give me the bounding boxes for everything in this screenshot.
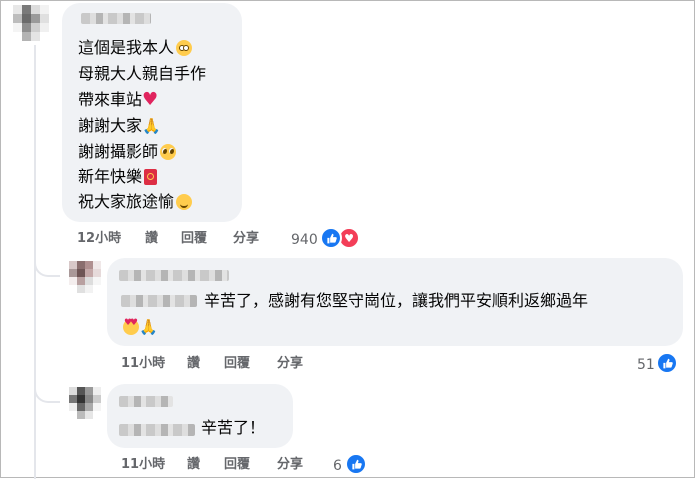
red-heart-icon: ♥: [142, 89, 159, 110]
comment-line: 謝謝大家🙏: [78, 116, 161, 135]
mentioned-user[interactable]: [119, 424, 195, 436]
like-button[interactable]: 讚: [187, 457, 200, 473]
comment-timestamp[interactable]: 11小時: [121, 356, 165, 372]
comment-line: 祝大家旅途愉: [78, 191, 193, 213]
comment-emoji-line: 🙏: [121, 316, 158, 338]
like-reaction-icon[interactable]: [656, 352, 678, 374]
flushed-face-icon: [176, 40, 193, 56]
pleading-face-icon: [160, 144, 177, 160]
comment-line: 新年快樂: [78, 166, 158, 188]
author-name[interactable]: [119, 396, 173, 407]
reaction-count[interactable]: 51: [637, 356, 655, 374]
comment-line: 帶來車站♥: [78, 89, 159, 110]
like-reaction-icon[interactable]: [345, 453, 367, 475]
comment-bubble: 這個是我本人 母親大人親自手作 帶來車站♥ 謝謝大家🙏 謝謝攝影師 新年快樂 祝…: [62, 3, 242, 222]
reply-button[interactable]: 回覆: [224, 356, 250, 372]
author-name[interactable]: [81, 13, 151, 24]
thread-branch: [34, 383, 60, 403]
mentioned-user[interactable]: [121, 295, 197, 307]
comment-line: 這個是我本人: [78, 37, 193, 59]
reaction-count[interactable]: 6: [333, 457, 342, 475]
reply-button[interactable]: 回覆: [181, 231, 207, 247]
avatar[interactable]: [69, 387, 101, 419]
comment-text: 辛苦了，感謝有您堅守崗位，讓我們平安順利返鄉過年: [204, 291, 589, 310]
comment-bubble: 辛苦了，感謝有您堅守崗位，讓我們平安順利返鄉過年 🙏: [107, 258, 683, 346]
share-button[interactable]: 分享: [233, 231, 259, 247]
heart-eyes-face-icon: [123, 319, 139, 335]
reaction-count[interactable]: 940: [291, 231, 318, 249]
author-name[interactable]: [119, 270, 229, 281]
folded-hands-icon: 🙏: [142, 117, 161, 135]
comment-line: 母親大人親自手作: [78, 64, 207, 83]
comment-timestamp[interactable]: 11小時: [121, 457, 165, 473]
share-button[interactable]: 分享: [277, 356, 303, 372]
smiling-face-icon: [176, 194, 193, 210]
comment-bubble: 辛苦了！: [107, 384, 293, 448]
red-envelope-icon: [144, 169, 158, 185]
reply-button[interactable]: 回覆: [224, 457, 250, 473]
folded-hands-icon: 🙏: [139, 318, 158, 336]
comment-timestamp[interactable]: 12小時: [77, 231, 121, 247]
like-button[interactable]: 讚: [145, 231, 158, 247]
comment-text: 辛苦了！: [201, 418, 266, 437]
avatar[interactable]: [69, 261, 101, 293]
comment-line: 謝謝攝影師: [78, 141, 177, 163]
like-button[interactable]: 讚: [187, 356, 200, 372]
avatar[interactable]: [13, 5, 49, 41]
share-button[interactable]: 分享: [277, 457, 303, 473]
thread-branch: [34, 257, 60, 277]
like-reaction-icon[interactable]: [320, 227, 342, 249]
